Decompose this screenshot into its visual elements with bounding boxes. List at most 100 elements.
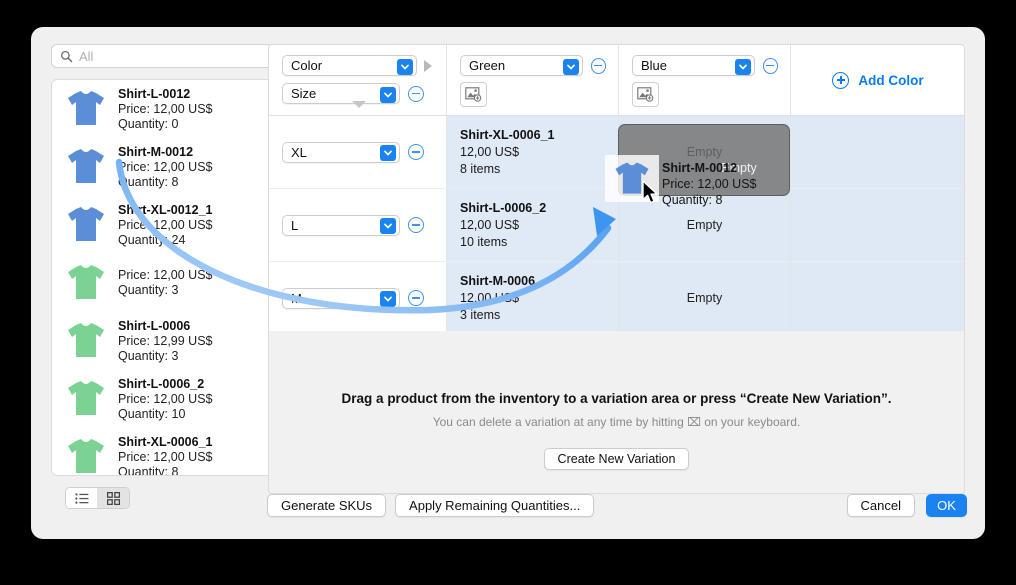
chevron-down-icon: [735, 59, 751, 75]
matrix-grid: XL Shirt-XL-0006_1 12,00 US$ 8 items: [269, 116, 964, 335]
hint-primary: Drag a product from the inventory to a v…: [269, 391, 964, 406]
variation-title: Shirt-M-0006: [460, 273, 535, 290]
shirt-icon: [58, 434, 114, 476]
size-select[interactable]: XL: [282, 142, 400, 163]
create-new-variation-button[interactable]: Create New Variation: [544, 448, 690, 470]
grid-view-button[interactable]: [97, 488, 129, 508]
list-item-meta: Shirt-M-0012 Price: 12,00 US$ Quantity: …: [114, 145, 266, 190]
size-cell: M: [269, 262, 447, 334]
expand-arrow-icon: [424, 60, 432, 72]
shirt-icon: [58, 260, 114, 306]
size-select[interactable]: M: [282, 288, 400, 309]
list-item-meta: Shirt-L-0006 Price: 12,99 US$ Quantity: …: [114, 319, 266, 364]
variation-cell[interactable]: Shirt-L-0006_2 12,00 US$ 10 items: [447, 189, 619, 261]
list-item-price: Price: 12,00 US$: [118, 450, 266, 465]
chevron-down-icon: [380, 291, 396, 307]
inventory-sidebar: All Shirt-L-0012 Price: 12,00 US$ Quanti…: [51, 44, 273, 509]
list-item-price: Price: 12,00 US$: [118, 160, 266, 175]
chevron-down-icon: [380, 87, 396, 103]
matrix-header: Color Size: [269, 45, 964, 116]
list-item-quantity: Quantity: 8: [118, 465, 266, 477]
shirt-icon: [58, 86, 114, 132]
remove-size-button[interactable]: [408, 290, 424, 306]
remove-size-button[interactable]: [408, 217, 424, 233]
shirt-icon: [58, 376, 114, 422]
size-cell: XL: [269, 116, 447, 188]
attribute-secondary-label: Size: [283, 83, 324, 104]
search-field[interactable]: All: [51, 44, 273, 68]
list-item-title: Shirt-XL-0012_1: [118, 203, 266, 218]
size-label: XL: [283, 142, 315, 163]
drag-tooltip: Empty Shirt-M-0012 Price: 12,00 US$ Quan…: [662, 160, 822, 208]
list-item[interactable]: Shirt-L-0006 Price: 12,99 US$ Quantity: …: [52, 312, 272, 370]
attribute-primary-select[interactable]: Color: [282, 55, 417, 76]
variation-cell[interactable]: Shirt-XL-0006_1 12,00 US$ 8 items: [447, 116, 619, 188]
search-icon: [60, 50, 73, 63]
chevron-down-icon: [397, 59, 413, 75]
list-item[interactable]: Shirt-M-0012 Price: 12,00 US$ Quantity: …: [52, 138, 272, 196]
variation-cell-spacer: [791, 262, 964, 334]
plus-circle-icon: [832, 72, 849, 89]
size-label: L: [283, 215, 306, 236]
list-item-price: Price: 12,00 US$: [118, 392, 266, 407]
list-item-price: Price: 12,00 US$: [118, 268, 266, 283]
chevron-down-icon: [380, 145, 396, 161]
list-item-quantity: Quantity: 3: [118, 283, 266, 298]
variation-price: 12,00 US$: [460, 217, 519, 234]
color-value-label: Green: [461, 55, 513, 76]
size-label: M: [283, 288, 310, 309]
list-item-quantity: Quantity: 8: [118, 175, 266, 190]
color-value-select[interactable]: Green: [460, 55, 583, 76]
list-item[interactable]: Shirt-L-0012 Price: 12,00 US$ Quantity: …: [52, 80, 272, 138]
list-icon: [75, 493, 89, 504]
inventory-list[interactable]: Shirt-L-0012 Price: 12,00 US$ Quantity: …: [51, 79, 273, 476]
add-color-button[interactable]: Add Color: [832, 72, 923, 89]
list-item[interactable]: Shirt-XL-0012_1 Price: 12,00 US$ Quantit…: [52, 196, 272, 254]
remove-attribute-button[interactable]: [408, 86, 424, 102]
list-item-price: Price: 12,99 US$: [118, 334, 266, 349]
grid-icon: [107, 492, 120, 505]
generate-skus-button[interactable]: Generate SKUs: [267, 494, 386, 517]
size-select[interactable]: L: [282, 215, 400, 236]
ok-button[interactable]: OK: [926, 494, 967, 517]
screenshot-root: All Shirt-L-0012 Price: 12,00 US$ Quanti…: [0, 0, 1016, 585]
list-item-quantity: Quantity: 0: [118, 117, 266, 132]
add-image-button[interactable]: [632, 82, 659, 107]
list-view-button[interactable]: [66, 488, 97, 508]
variation-items: 8 items: [460, 161, 500, 178]
variation-items: 3 items: [460, 307, 500, 324]
list-item-meta: Shirt-L-0012 Price: 12,00 US$ Quantity: …: [114, 87, 266, 132]
apply-remaining-quantities-button[interactable]: Apply Remaining Quantities...: [395, 494, 594, 517]
list-item-title: Shirt-L-0012: [118, 87, 266, 102]
chevron-down-icon: [563, 59, 579, 75]
remove-color-button[interactable]: [763, 58, 778, 74]
list-item[interactable]: Shirt-XL-0006_1 Price: 12,00 US$ Quantit…: [52, 428, 272, 476]
table-row: M Shirt-M-0006 12,00 US$ 3 items Em: [269, 262, 964, 335]
shirt-icon: [58, 318, 114, 364]
add-color-label: Add Color: [858, 73, 923, 88]
color-column-blue: Blue: [619, 45, 791, 115]
attribute-primary-label: Color: [283, 55, 330, 76]
variations-dialog-window: All Shirt-L-0012 Price: 12,00 US$ Quanti…: [31, 27, 985, 539]
list-item-quantity: Quantity: 24: [118, 233, 266, 248]
remove-size-button[interactable]: [408, 144, 424, 160]
view-mode-toggle[interactable]: [65, 487, 130, 509]
remove-color-button[interactable]: [591, 58, 606, 74]
mouse-cursor-icon: [641, 180, 661, 206]
variation-cell[interactable]: Shirt-M-0006 12,00 US$ 3 items: [447, 262, 619, 334]
variation-cell-empty[interactable]: Empty: [619, 262, 791, 334]
chevron-down-icon: [380, 218, 396, 234]
list-item[interactable]: Price: 12,00 US$ Quantity: 3: [52, 254, 272, 312]
color-value-select[interactable]: Blue: [632, 55, 755, 76]
variation-items: 10 items: [460, 234, 507, 251]
add-image-button[interactable]: [460, 82, 487, 107]
list-item-title: Shirt-M-0012: [118, 145, 266, 160]
variation-price: 12,00 US$: [460, 144, 519, 161]
cancel-button[interactable]: Cancel: [847, 494, 915, 517]
list-item-meta: Shirt-L-0006_2 Price: 12,00 US$ Quantity…: [114, 377, 266, 422]
list-item[interactable]: Shirt-L-0006_2 Price: 12,00 US$ Quantity…: [52, 370, 272, 428]
attribute-secondary-select[interactable]: Size: [282, 83, 400, 104]
footer-right-buttons: Cancel OK: [847, 494, 967, 517]
shirt-icon: [58, 144, 114, 190]
drag-item-quantity: Quantity: 8: [662, 192, 822, 208]
